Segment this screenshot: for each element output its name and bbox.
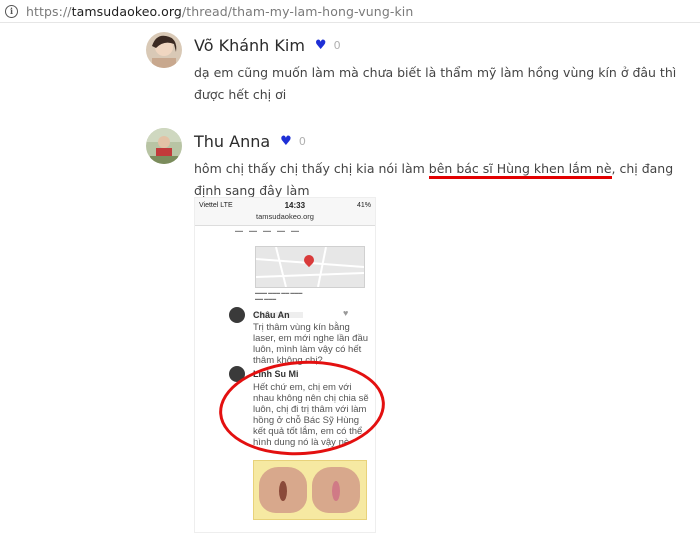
comment-text: dạ em cũng muốn làm mà chưa biết là thẩm… xyxy=(194,65,677,102)
carrier-info: Viettel LTE xyxy=(199,201,233,209)
commenter-avatar xyxy=(229,307,245,323)
info-icon[interactable]: i xyxy=(5,4,18,18)
like-count: 0 xyxy=(333,39,341,52)
comment-text: Trị thâm vùng kín bằng laser, em mới ngh… xyxy=(253,322,369,366)
comment-post: Thu Anna ♥ 0 hôm chị thấy chị thấy chị k… xyxy=(146,128,686,198)
author-name[interactable]: Võ Khánh Kim ♥ 0 xyxy=(194,36,341,55)
before-thumbnail xyxy=(259,467,307,513)
avatar[interactable] xyxy=(146,32,182,68)
phone-url: tamsudaokeo.org xyxy=(195,212,375,226)
phone-status-bar: Viettel LTE 14:33 41% xyxy=(195,198,375,212)
comment-post: Võ Khánh Kim ♥ 0 dạ em cũng muốn làm mà … xyxy=(146,32,686,102)
commenter-name: Châu An xyxy=(253,310,290,320)
comment-text: hôm chị thấy chị thấy chị kia nói làm bê… xyxy=(194,161,674,198)
highlighted-text: bên bác sĩ Hùng khen lắm nè xyxy=(428,161,612,179)
map-thumbnail xyxy=(255,246,365,288)
after-thumbnail xyxy=(312,467,360,513)
author-name[interactable]: Thu Anna ♥ 0 xyxy=(194,132,306,151)
phone-time: 14:33 xyxy=(284,200,306,210)
heart-icon[interactable]: ♥ xyxy=(280,134,292,149)
heart-icon[interactable]: ♥ xyxy=(315,38,327,53)
battery-level: 41% xyxy=(356,201,371,209)
address-bar[interactable]: i https://tamsudaokeo.org/thread/tham-my… xyxy=(0,0,700,23)
avatar[interactable] xyxy=(146,128,182,164)
heart-icon: ♥ xyxy=(343,308,349,318)
url-text[interactable]: https://tamsudaokeo.org/thread/tham-my-l… xyxy=(26,4,413,19)
comparison-image xyxy=(253,460,367,520)
address-placeholder: ▬▬▬ ▬▬▬ ▬▬ ▬▬▬ ▬▬ ▬▬▬ xyxy=(255,290,303,301)
like-count: 0 xyxy=(298,135,306,148)
phone-tabs: ▬▬ ▬▬ ▬▬ ▬▬ ▬▬ xyxy=(235,228,299,233)
